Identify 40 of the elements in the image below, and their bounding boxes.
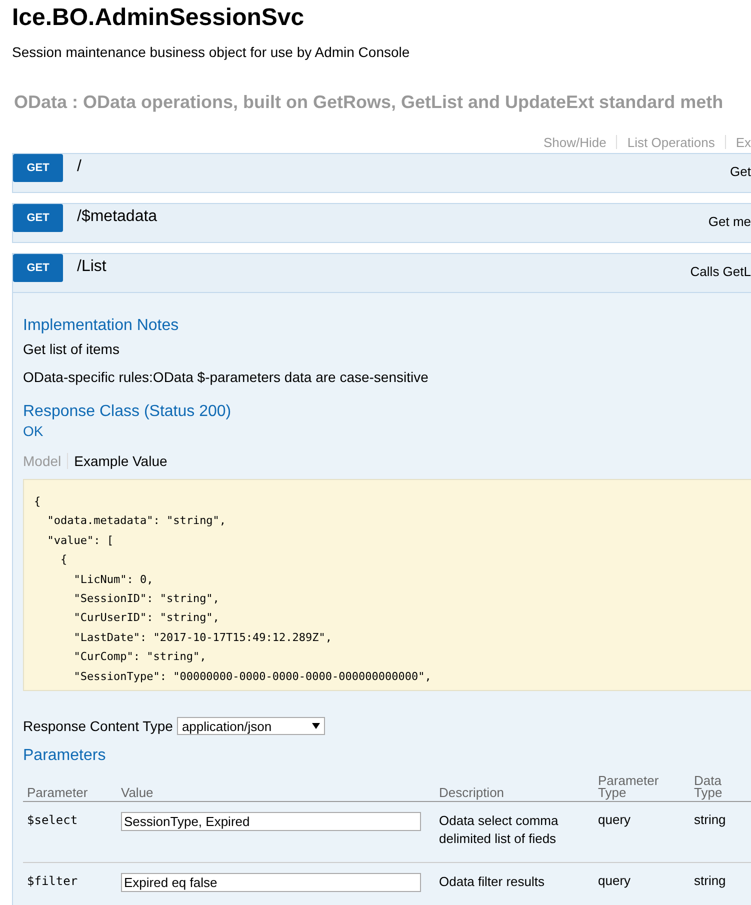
example-code: { "odata.metadata": "string", "value": [ { "LicNum": 0, "SessionID": "string", "CurUserID": "string", "LastDate": "2017-10-17T15:49:12.289Z", "CurComp": "string", "SessionType": "00000000-0000-0000-0000-000000000000", <box>23 479 751 691</box>
note-text: Get list of items <box>23 341 120 357</box>
section-subheading: Parameters <box>23 747 107 765</box>
parameter-type: query <box>598 873 631 888</box>
operation-path[interactable]: / <box>77 158 82 176</box>
parameter-description: Odata filter results <box>439 874 544 889</box>
page-title: Ice.BO.AdminSessionSvc <box>12 3 306 32</box>
value-field[interactable]: Expired eq false <box>121 873 421 892</box>
page-description: Session maintenance business object for use by Admin Console <box>12 44 411 60</box>
content-type-dropdown[interactable]: application/json <box>176 717 325 735</box>
operation-bar[interactable]: GET / Get <box>12 153 751 193</box>
model-tab[interactable]: Example Value <box>67 453 174 469</box>
column-header: Parameter <box>23 771 117 802</box>
operation-summary: Get me <box>708 214 751 229</box>
method-badge: GET <box>13 254 63 282</box>
content-type-label: Response Content Type <box>23 718 173 734</box>
data-type: string <box>694 812 726 827</box>
operation-path[interactable]: /$metadata <box>77 208 158 226</box>
data-type: string <box>694 873 726 888</box>
operation-bar[interactable]: GET /List Calls GetL <box>12 253 751 293</box>
operation-bar[interactable]: GET /$metadata Get me <box>12 203 751 243</box>
column-header: Parameter Type <box>594 771 690 802</box>
note-text: OData-specific rules:OData $-parameters data are case-sensitive <box>23 369 430 385</box>
response-status: OK <box>23 423 44 439</box>
parameter-name: $filter <box>27 874 78 888</box>
column-header: Description <box>435 771 594 802</box>
operation-path[interactable]: /List <box>77 258 106 276</box>
section-subheading: Implementation Notes <box>23 317 180 335</box>
column-header: Value <box>117 771 435 802</box>
value-field[interactable]: SessionType, Expired <box>121 812 421 831</box>
caret-icon <box>312 723 320 729</box>
parameter-type: query <box>598 812 631 827</box>
parameter-name: $select <box>27 813 78 827</box>
parameter-description: Odata select comma delimited list of fieds <box>439 813 558 846</box>
method-badge: GET <box>13 204 63 232</box>
operation-summary: Get <box>730 164 751 179</box>
method-badge: GET <box>13 154 63 182</box>
operation-summary: Calls GetL <box>690 264 751 279</box>
section-subheading: Response Class (Status 200) <box>23 403 232 421</box>
column-header: Data Type <box>690 771 751 802</box>
